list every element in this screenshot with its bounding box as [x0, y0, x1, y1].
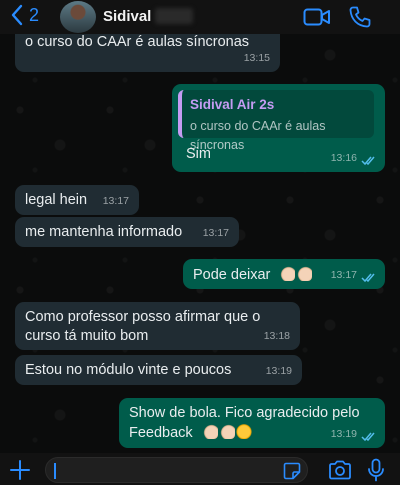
handshake-emoji	[235, 423, 252, 439]
chevron-left-icon	[11, 4, 23, 26]
thumbs-up-emoji	[218, 423, 235, 439]
message-text: Estou no módulo vinte e poucos	[25, 362, 232, 378]
thumbs-up-emoji	[296, 265, 313, 281]
redacted-name-block	[155, 8, 193, 24]
message-time: 13:19	[265, 365, 292, 377]
message-input[interactable]	[45, 457, 308, 483]
message-time: 13:17	[102, 195, 129, 207]
message-time: 13:17	[202, 227, 229, 239]
double-check-icon	[361, 432, 375, 442]
message-text-line: Feedback	[129, 425, 193, 441]
message-incoming[interactable]: legal hein 13:17	[15, 185, 139, 215]
contact-name[interactable]: Sidival	[103, 8, 151, 25]
message-time: 13:15	[243, 52, 270, 64]
sticker-icon[interactable]	[283, 462, 301, 480]
thumbs-up-emoji	[279, 265, 296, 281]
message-text: me mantenha informado	[25, 224, 183, 240]
message-time: 13:17	[330, 269, 357, 281]
double-check-icon	[361, 273, 375, 283]
double-check-icon	[361, 156, 375, 166]
message-text-line: Como professor posso afirmar que o	[25, 309, 261, 325]
plus-icon[interactable]	[8, 458, 32, 482]
back-button[interactable]: 2	[10, 4, 39, 26]
quoted-author: Sidival Air 2s	[190, 97, 275, 112]
phone-icon[interactable]	[348, 5, 372, 29]
message-outgoing-reply[interactable]: Sidival Air 2s o curso do CAAr é aulas s…	[172, 84, 385, 172]
message-time: 13:18	[263, 330, 290, 342]
message-time: 13:16	[330, 152, 357, 164]
microphone-icon[interactable]	[367, 458, 385, 482]
message-incoming[interactable]: me mantenha informado 13:17	[15, 217, 239, 247]
message-incoming[interactable]: Como professor posso afirmar que o curso…	[15, 302, 300, 350]
message-text: o curso do CAAr é aulas síncronas	[25, 34, 250, 50]
avatar[interactable]	[60, 1, 96, 33]
message-time: 13:19	[330, 428, 357, 440]
quoted-message[interactable]: Sidival Air 2s o curso do CAAr é aulas s…	[178, 90, 374, 152]
text-caret	[54, 463, 56, 479]
video-call-icon[interactable]	[303, 6, 331, 28]
message-outgoing[interactable]: Show de bola. Fico agradecido pelo Feedb…	[119, 398, 385, 448]
chat-header: 2 Sidival	[0, 0, 400, 34]
composer-bar	[0, 453, 400, 485]
unread-count: 2	[29, 4, 40, 25]
message-text: Sim	[186, 146, 211, 162]
message-outgoing[interactable]: Pode deixar 13:17	[183, 259, 385, 289]
message-incoming[interactable]: Estou no módulo vinte e poucos 13:19	[15, 355, 302, 385]
message-text-line: curso tá muito bom	[25, 328, 149, 344]
message-text-line: Show de bola. Fico agradecido pelo	[129, 405, 360, 421]
thumbs-up-emoji	[201, 423, 218, 439]
message-text: legal hein	[25, 192, 88, 208]
message-text: Pode deixar	[193, 267, 271, 283]
camera-icon[interactable]	[328, 459, 352, 481]
